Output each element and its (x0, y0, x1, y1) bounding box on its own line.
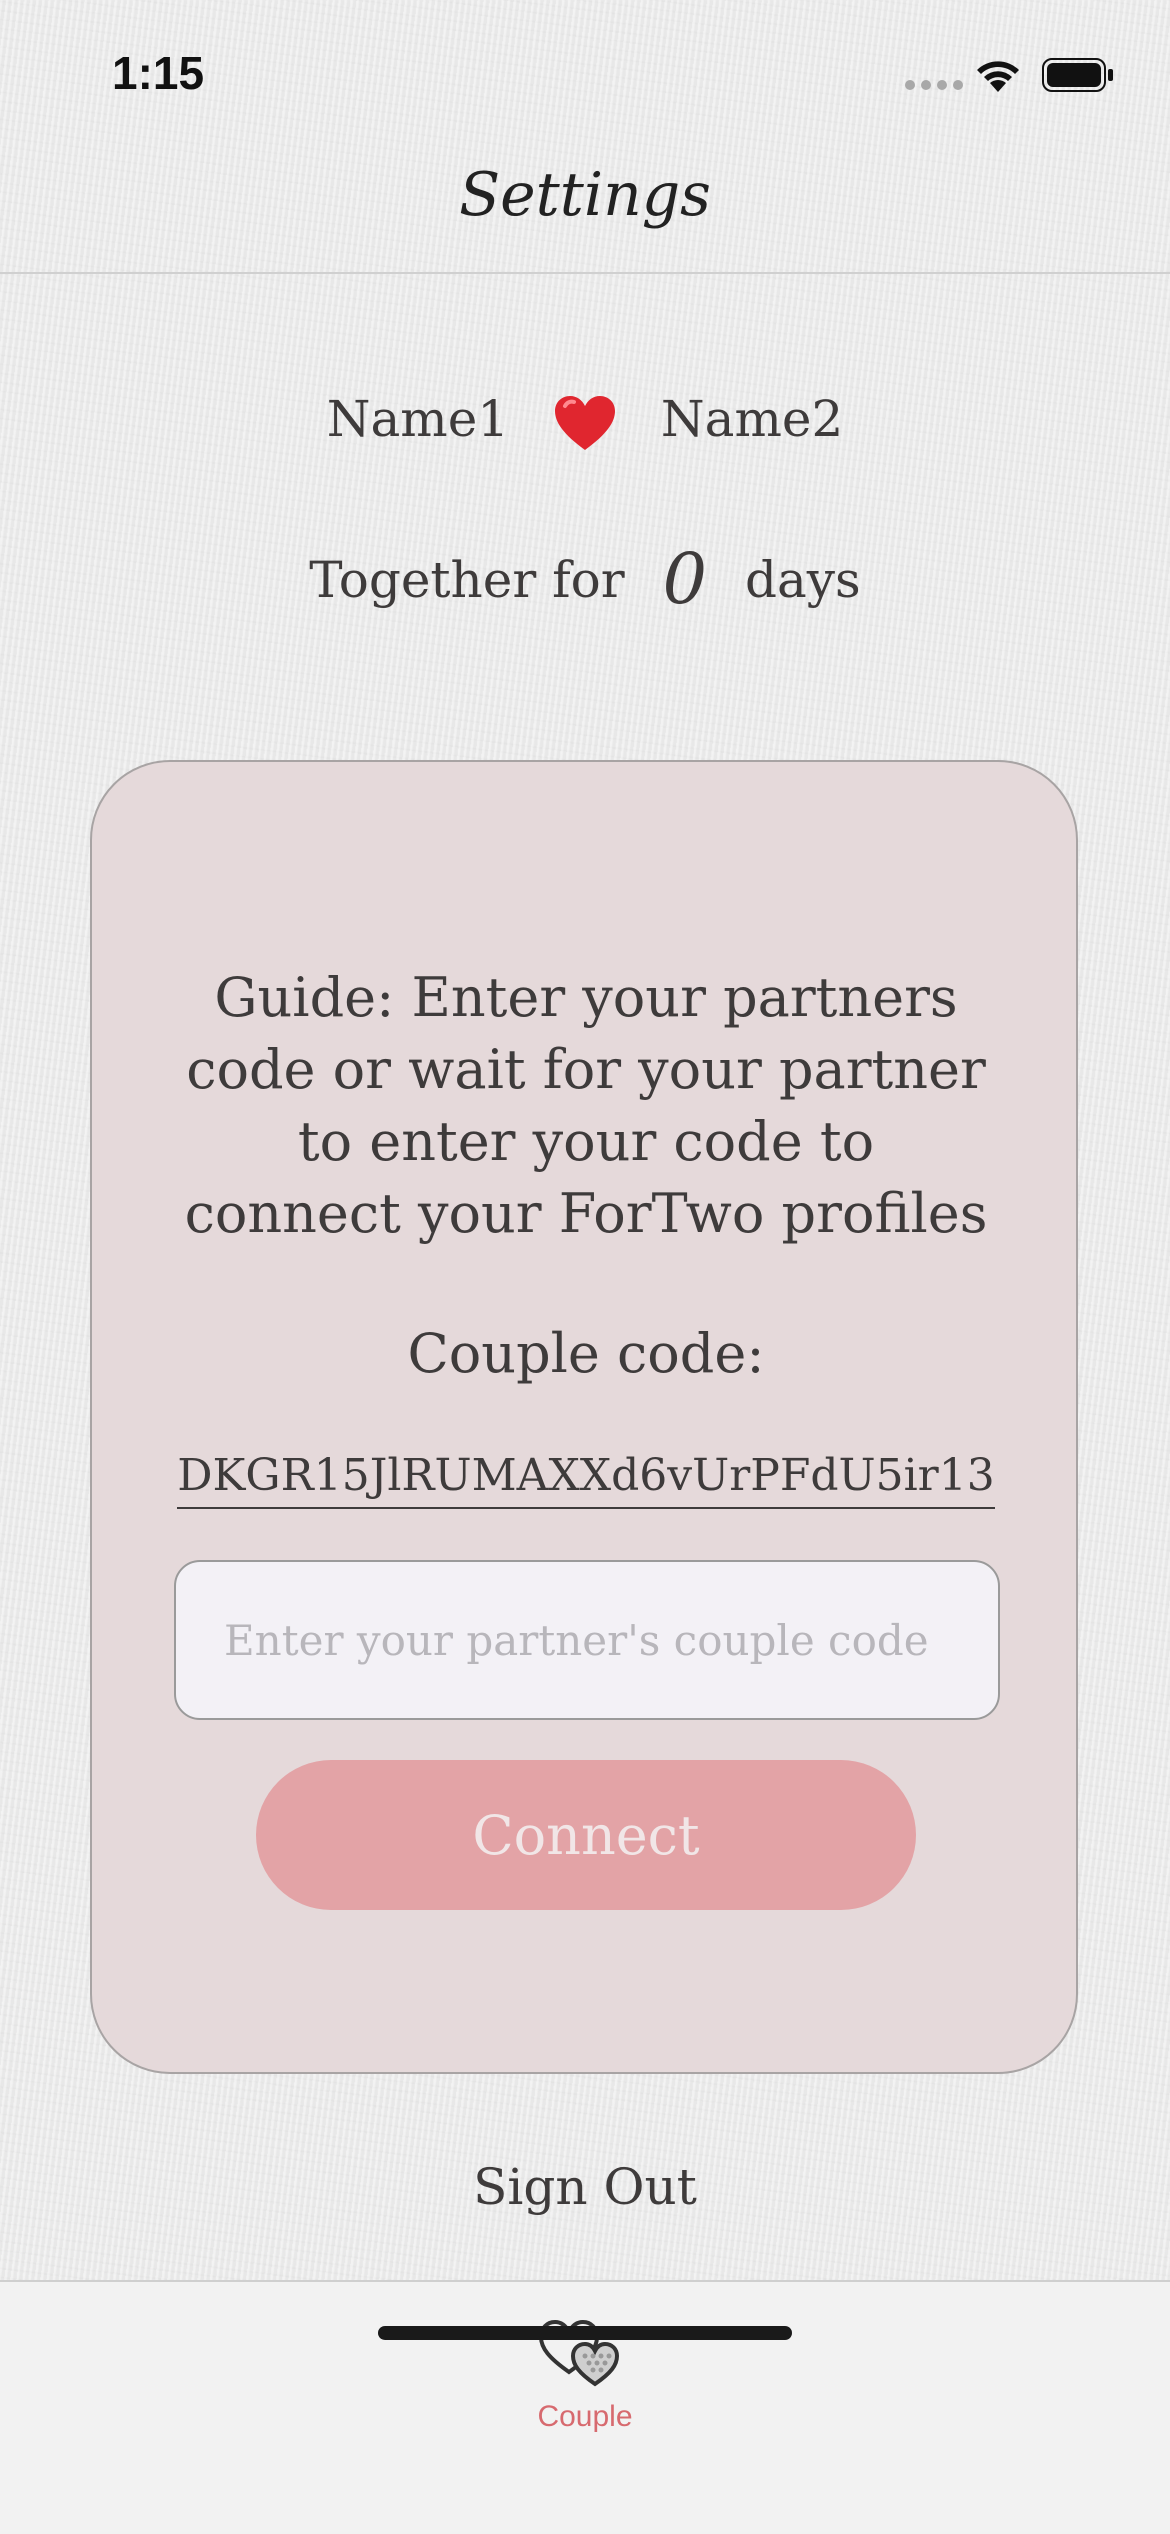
together-prefix: Together for (309, 551, 625, 609)
days-suffix: days (744, 551, 861, 609)
guide-text: Guide: Enter your partners code or wait … (184, 966, 988, 1245)
heart-icon (555, 396, 615, 450)
status-time: 1:15 (112, 47, 205, 99)
days-count: 0 (662, 538, 708, 620)
home-indicator (378, 2326, 792, 2340)
partner-code-input[interactable] (174, 1560, 1000, 1720)
connect-button[interactable]: Connect (256, 1760, 916, 1910)
tab-couple[interactable]: Couple (485, 2292, 685, 2442)
connect-card: Guide: Enter your partners code or wait … (90, 760, 1078, 2074)
two-hearts-icon (538, 2319, 620, 2387)
partner-name-2: Name2 (660, 390, 844, 448)
status-bar: 1:15 (0, 0, 1170, 140)
couple-code-value[interactable]: DKGR15JlRUMAXXd6vUrPFdU5ir13 (92, 1450, 1080, 1509)
sign-out-button[interactable]: Sign Out (0, 2158, 1170, 2216)
tab-bar: Couple (0, 2280, 1170, 2534)
battery-icon (1042, 58, 1113, 92)
navigation-bar: Settings (0, 140, 1170, 274)
cellular-signal-icon (905, 80, 963, 90)
couple-code-text[interactable]: DKGR15JlRUMAXXd6vUrPFdU5ir13 (177, 1450, 995, 1509)
partner-name-1: Name1 (326, 390, 510, 448)
couple-names: Name1 Name2 (0, 390, 1170, 452)
page-title: Settings (459, 160, 711, 230)
together-duration: Together for 0 days (0, 538, 1170, 620)
tab-couple-label: Couple (537, 2400, 633, 2433)
couple-code-label: Couple code: (407, 1322, 765, 1385)
wifi-icon (977, 61, 1019, 92)
